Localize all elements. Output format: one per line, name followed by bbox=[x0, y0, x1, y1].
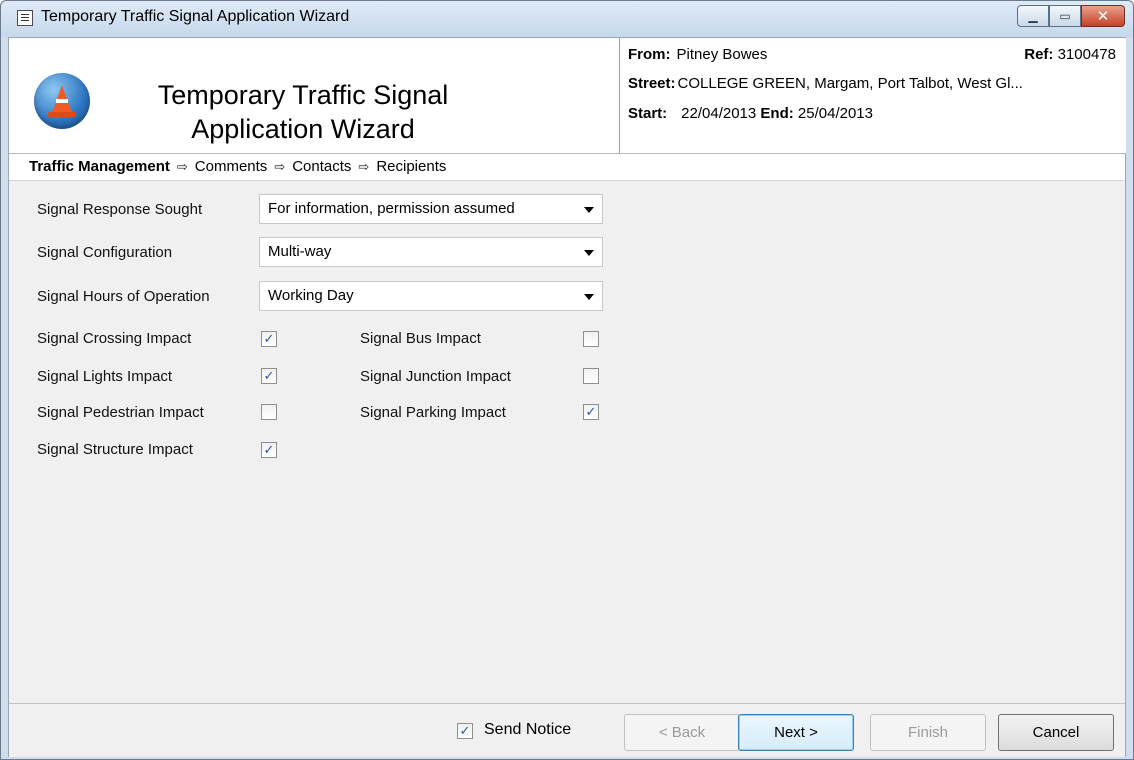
start-label: Start: bbox=[628, 105, 668, 122]
close-button[interactable]: ✕ bbox=[1081, 5, 1125, 27]
ref-label: Ref: bbox=[1024, 46, 1054, 63]
signal-structure-impact-label: Signal Structure Impact bbox=[37, 441, 193, 458]
ref-field: Ref: 3100478 bbox=[1024, 46, 1116, 63]
maximize-button[interactable]: ▭ bbox=[1049, 5, 1081, 27]
next-button[interactable]: Next > bbox=[738, 714, 854, 751]
signal-configuration-value: Multi-way bbox=[268, 243, 332, 260]
signal-lights-impact-checkbox[interactable]: ✓ bbox=[261, 368, 277, 384]
street-row: Street: COLLEGE GREEN, Margam, Port Talbo… bbox=[628, 75, 1116, 97]
signal-hours-label: Signal Hours of Operation bbox=[37, 288, 210, 305]
window-document-icon bbox=[17, 10, 33, 26]
maximize-icon: ▭ bbox=[1059, 9, 1071, 23]
finish-button[interactable]: Finish bbox=[870, 714, 986, 751]
signal-response-select[interactable]: For information, permission assumed bbox=[259, 194, 603, 224]
wizard-title: Temporary Traffic Signal Application Wiz… bbox=[113, 78, 493, 146]
arrow-right-icon: ⇨ bbox=[358, 159, 370, 174]
arrow-right-icon: ⇨ bbox=[274, 159, 286, 174]
signal-crossing-impact-label: Signal Crossing Impact bbox=[37, 330, 192, 347]
dates-row: Start: 22/04/2013 End: 25/04/2013 bbox=[628, 105, 1116, 127]
signal-junction-impact-checkbox[interactable] bbox=[583, 368, 599, 384]
dropdown-arrow-icon bbox=[584, 294, 594, 300]
step-comments[interactable]: Comments bbox=[195, 154, 268, 179]
step-recipients[interactable]: Recipients bbox=[376, 154, 446, 179]
wizard-client-area: Temporary Traffic Signal Application Wiz… bbox=[8, 37, 1126, 757]
signal-pedestrian-impact-checkbox[interactable] bbox=[261, 404, 277, 420]
signal-structure-impact-checkbox[interactable]: ✓ bbox=[261, 442, 277, 458]
signal-crossing-impact-checkbox[interactable]: ✓ bbox=[261, 331, 277, 347]
wizard-steps-breadcrumb: Traffic Management ⇨ Comments ⇨ Contacts ⇨ Rec… bbox=[9, 153, 1125, 181]
street-value: COLLEGE GREEN, Margam, Port Talbot, West… bbox=[677, 75, 1023, 92]
minimize-button[interactable]: ▁ bbox=[1017, 5, 1049, 27]
from-label: From: bbox=[628, 46, 671, 63]
signal-hours-select[interactable]: Working Day bbox=[259, 281, 603, 311]
step-traffic-management[interactable]: Traffic Management bbox=[29, 154, 170, 179]
send-notice-checkbox[interactable]: ✓ bbox=[457, 723, 473, 739]
start-value: 22/04/2013 bbox=[681, 105, 757, 122]
dropdown-arrow-icon bbox=[584, 250, 594, 256]
wizard-footer: ✓ Send Notice < Back Next > Finish Cance… bbox=[9, 703, 1125, 757]
signal-bus-impact-label: Signal Bus Impact bbox=[360, 330, 481, 347]
wizard-title-line2: Application Wizard bbox=[191, 114, 415, 144]
street-label: Street: bbox=[628, 75, 676, 92]
minimize-icon: ▁ bbox=[1028, 9, 1038, 23]
arrow-right-icon: ⇨ bbox=[176, 159, 188, 174]
signal-junction-impact-label: Signal Junction Impact bbox=[360, 368, 511, 385]
close-icon: ✕ bbox=[1096, 8, 1110, 25]
signal-pedestrian-impact-label: Signal Pedestrian Impact bbox=[37, 404, 204, 421]
signal-hours-value: Working Day bbox=[268, 287, 354, 304]
wizard-header: Temporary Traffic Signal Application Wiz… bbox=[9, 38, 1126, 153]
application-info-panel: From: Pitney Bowes Ref: 3100478 Street: CO… bbox=[619, 38, 1126, 153]
caption-buttons: ▁ ▭ ✕ bbox=[1017, 5, 1125, 27]
title-bar[interactable]: Temporary Traffic Signal Application Wiz… bbox=[1, 1, 1133, 37]
signal-lights-impact-label: Signal Lights Impact bbox=[37, 368, 173, 385]
end-value: 25/04/2013 bbox=[797, 105, 873, 122]
back-button[interactable]: < Back bbox=[624, 714, 740, 751]
wizard-title-line1: Temporary Traffic Signal bbox=[157, 80, 449, 110]
dropdown-arrow-icon bbox=[584, 207, 594, 213]
ref-value: 3100478 bbox=[1057, 46, 1116, 63]
send-notice-label[interactable]: Send Notice bbox=[484, 721, 571, 739]
from-value: Pitney Bowes bbox=[676, 46, 768, 63]
signal-response-label: Signal Response Sought bbox=[37, 201, 203, 218]
signal-parking-impact-checkbox[interactable]: ✓ bbox=[583, 404, 599, 420]
from-row: From: Pitney Bowes Ref: 3100478 bbox=[628, 46, 1116, 68]
signal-response-value: For information, permission assumed bbox=[268, 200, 515, 217]
step-contacts[interactable]: Contacts bbox=[292, 154, 351, 179]
traffic-cone-icon bbox=[34, 73, 90, 129]
signal-configuration-label: Signal Configuration bbox=[37, 244, 173, 261]
signal-parking-impact-label: Signal Parking Impact bbox=[360, 404, 506, 421]
end-label: End: bbox=[760, 105, 794, 122]
window-title: Temporary Traffic Signal Application Wiz… bbox=[41, 8, 350, 25]
signal-bus-impact-checkbox[interactable] bbox=[583, 331, 599, 347]
cancel-button[interactable]: Cancel bbox=[998, 714, 1114, 751]
wizard-window: Temporary Traffic Signal Application Wiz… bbox=[0, 0, 1134, 760]
signal-configuration-select[interactable]: Multi-way bbox=[259, 237, 603, 267]
